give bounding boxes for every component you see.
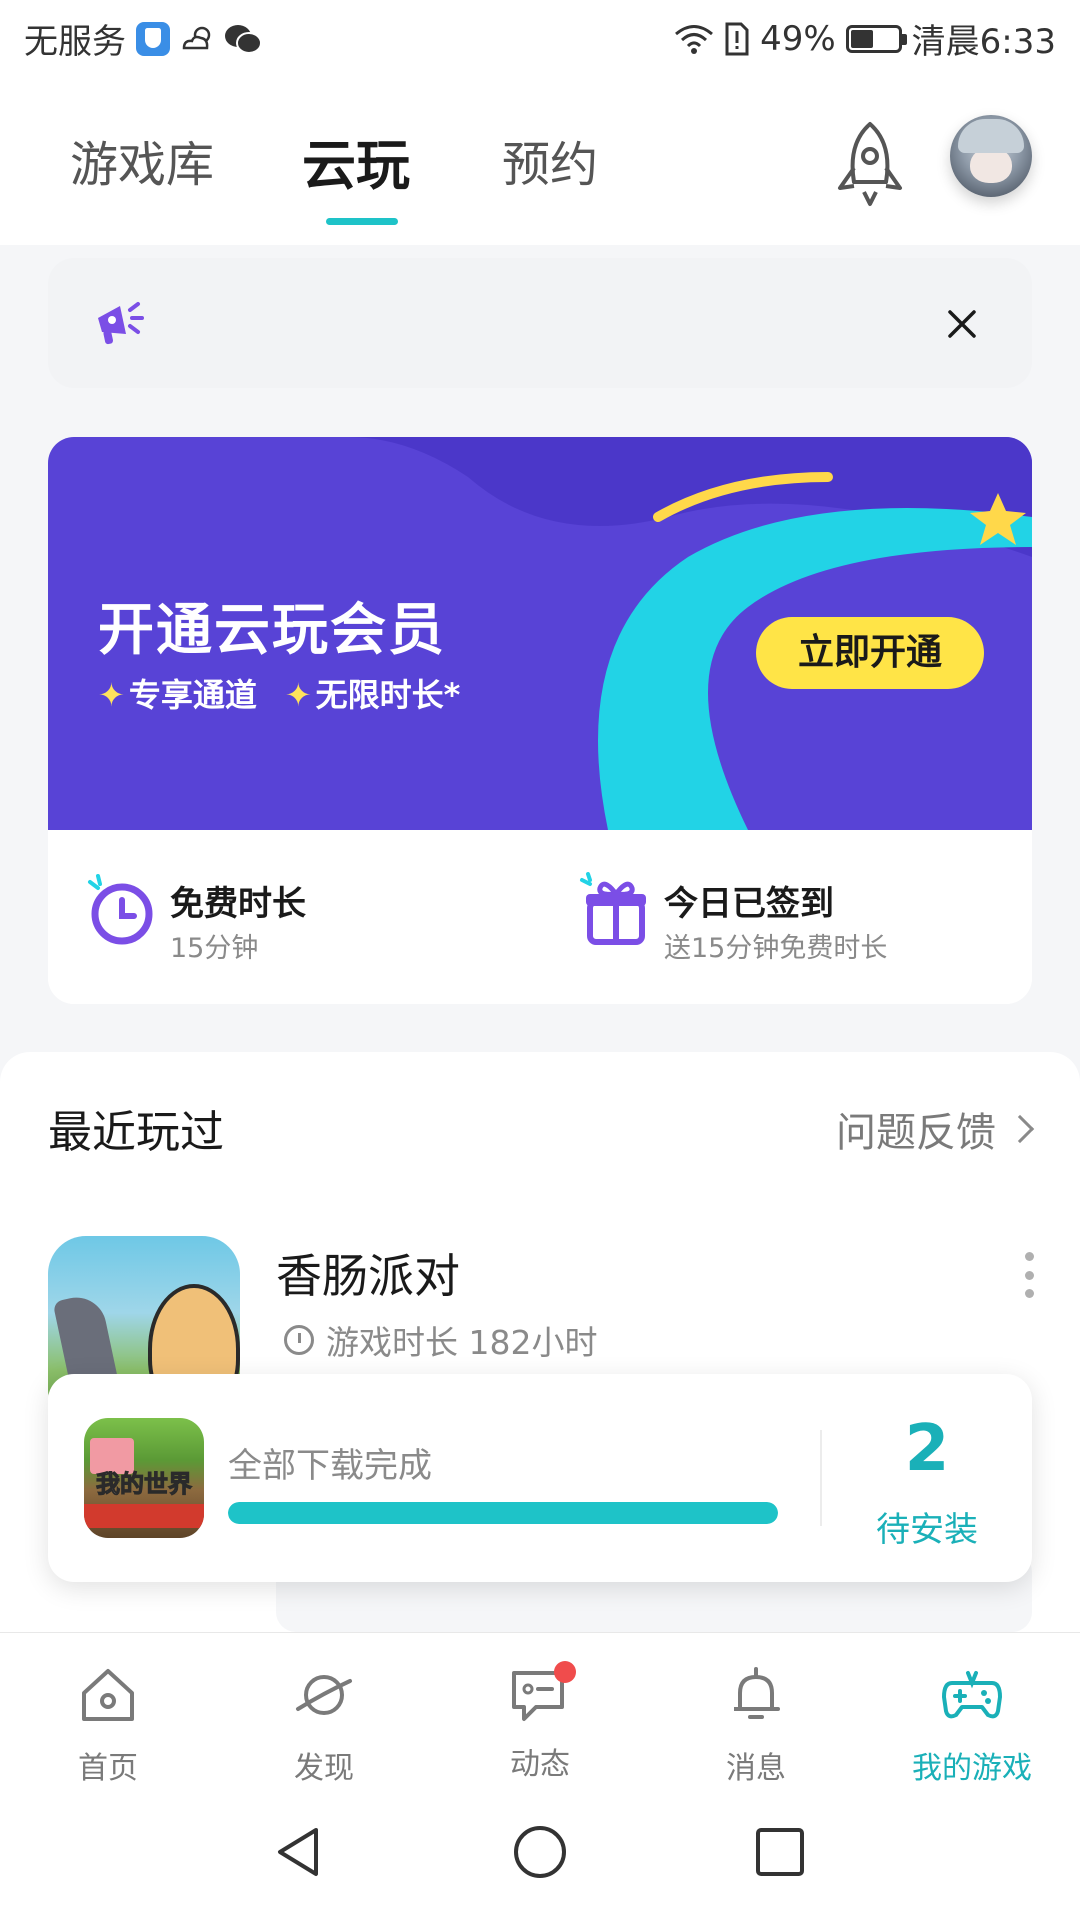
stat-title: 今日已签到 xyxy=(664,884,834,924)
bottom-nav: 首页 发现 动态 消息 我的游戏 xyxy=(0,1632,1080,1792)
timer-icon xyxy=(284,1325,314,1355)
stat-value: 15分钟 xyxy=(170,933,259,964)
avatar[interactable] xyxy=(950,115,1032,197)
back-icon[interactable] xyxy=(270,1822,330,1882)
battery-fill xyxy=(850,29,874,48)
notice-bar[interactable] xyxy=(48,258,1032,388)
member-card: 开通云玩会员 ✦ 专享通道 ✦ 无限时长* 立即开通 免费时长 15分钟 今日已… xyxy=(48,437,1032,1004)
pending-label[interactable]: 待安装 xyxy=(822,1502,1032,1551)
chat-icon xyxy=(508,1661,576,1727)
nav-home[interactable]: 首页 xyxy=(0,1663,216,1787)
gift-icon xyxy=(580,872,646,945)
banner-perks: ✦ 专享通道 ✦ 无限时长* xyxy=(98,670,460,716)
nav-label: 首页 xyxy=(78,1751,138,1786)
tab-cloud-play[interactable]: 云玩 xyxy=(302,121,410,200)
download-game-icon: 我的世界 xyxy=(84,1418,204,1538)
clock-time: 清晨6:33 xyxy=(911,22,1056,62)
nav-my-games[interactable]: 我的游戏 xyxy=(864,1663,1080,1787)
gamepad-icon xyxy=(942,1671,1002,1719)
download-card[interactable]: 我的世界 全部下载完成 2 待安装 xyxy=(48,1374,1032,1582)
perk-item: ✦ 专享通道 xyxy=(98,670,257,716)
home-icon xyxy=(82,1669,134,1721)
battery-icon xyxy=(845,24,907,53)
section-title: 最近玩过 xyxy=(48,1107,224,1158)
screen: 无服务 49% 清晨6:33 游戏库 云玩 预约 开通云玩会员 ✦ 专享通道 ✦… xyxy=(0,0,1080,1920)
rocket-icon[interactable] xyxy=(832,120,908,210)
shield-icon xyxy=(136,21,170,56)
wechat-icon xyxy=(225,24,262,54)
pending-count[interactable]: 2 xyxy=(822,1412,1032,1486)
clock-icon xyxy=(88,874,153,945)
member-banner[interactable]: 开通云玩会员 ✦ 专享通道 ✦ 无限时长* 立即开通 xyxy=(48,437,1032,830)
active-tab-indicator xyxy=(326,218,398,225)
nav-feed[interactable]: 动态 xyxy=(432,1661,648,1783)
status-bar: 无服务 49% 清晨6:33 xyxy=(0,0,1080,75)
weather-icon xyxy=(182,26,211,49)
tab-game-library[interactable]: 游戏库 xyxy=(70,125,214,195)
perk-item: ✦ 无限时长* xyxy=(285,670,461,716)
system-nav xyxy=(0,1792,1080,1920)
nav-messages[interactable]: 消息 xyxy=(648,1663,864,1787)
sim-alert-icon xyxy=(725,22,749,55)
battery-percent: 49% xyxy=(760,18,836,59)
perk-label: 专享通道 xyxy=(128,676,257,714)
notification-badge xyxy=(554,1661,576,1683)
nav-label: 发现 xyxy=(294,1751,354,1786)
home-circle-icon[interactable] xyxy=(510,1822,570,1882)
stats-row: 免费时长 15分钟 今日已签到 送15分钟免费时长 xyxy=(48,830,1032,1004)
carrier-label: 无服务 xyxy=(24,22,126,62)
chevron-right-icon xyxy=(1005,1114,1035,1144)
open-membership-button[interactable]: 立即开通 xyxy=(756,617,984,689)
game-name[interactable]: 香肠派对 xyxy=(276,1240,460,1306)
megaphone-icon xyxy=(98,302,144,345)
feedback-label: 问题反馈 xyxy=(836,1110,996,1156)
perk-label: 无限时长* xyxy=(315,676,461,714)
download-progress-bar xyxy=(228,1502,778,1524)
tab-reservation[interactable]: 预约 xyxy=(502,125,598,195)
sparkle-icon: ✦ xyxy=(98,676,125,714)
recents-icon[interactable] xyxy=(750,1822,810,1882)
top-header: 游戏库 云玩 预约 xyxy=(0,75,1080,245)
game-play-time: 游戏时长 182小时 xyxy=(284,1316,597,1364)
bell-icon xyxy=(734,1667,780,1719)
sparkle-icon: ✦ xyxy=(284,676,312,714)
feedback-link[interactable]: 问题反馈 xyxy=(836,1100,1035,1158)
status-left: 无服务 xyxy=(24,14,262,63)
nav-label: 消息 xyxy=(726,1751,786,1786)
planet-icon xyxy=(296,1675,352,1715)
status-right: 49% 清晨6:33 xyxy=(674,14,1056,63)
svg-text:我的世界: 我的世界 xyxy=(96,1470,192,1498)
nav-label: 我的游戏 xyxy=(912,1751,1032,1786)
close-icon[interactable] xyxy=(934,296,990,352)
banner-title: 开通云玩会员 xyxy=(98,598,446,663)
stat-title: 免费时长 xyxy=(170,884,306,924)
wifi-icon xyxy=(675,24,714,54)
stat-value: 送15分钟免费时长 xyxy=(664,933,888,964)
nav-discover[interactable]: 发现 xyxy=(216,1663,432,1787)
nav-label: 动态 xyxy=(510,1747,570,1782)
download-progress-fill xyxy=(228,1502,778,1524)
game-icon-logo: 我的世界 xyxy=(96,1470,193,1499)
more-options-icon[interactable] xyxy=(1022,1252,1036,1298)
download-status: 全部下载完成 xyxy=(228,1446,432,1486)
play-time-label: 游戏时长 182小时 xyxy=(326,1323,598,1362)
